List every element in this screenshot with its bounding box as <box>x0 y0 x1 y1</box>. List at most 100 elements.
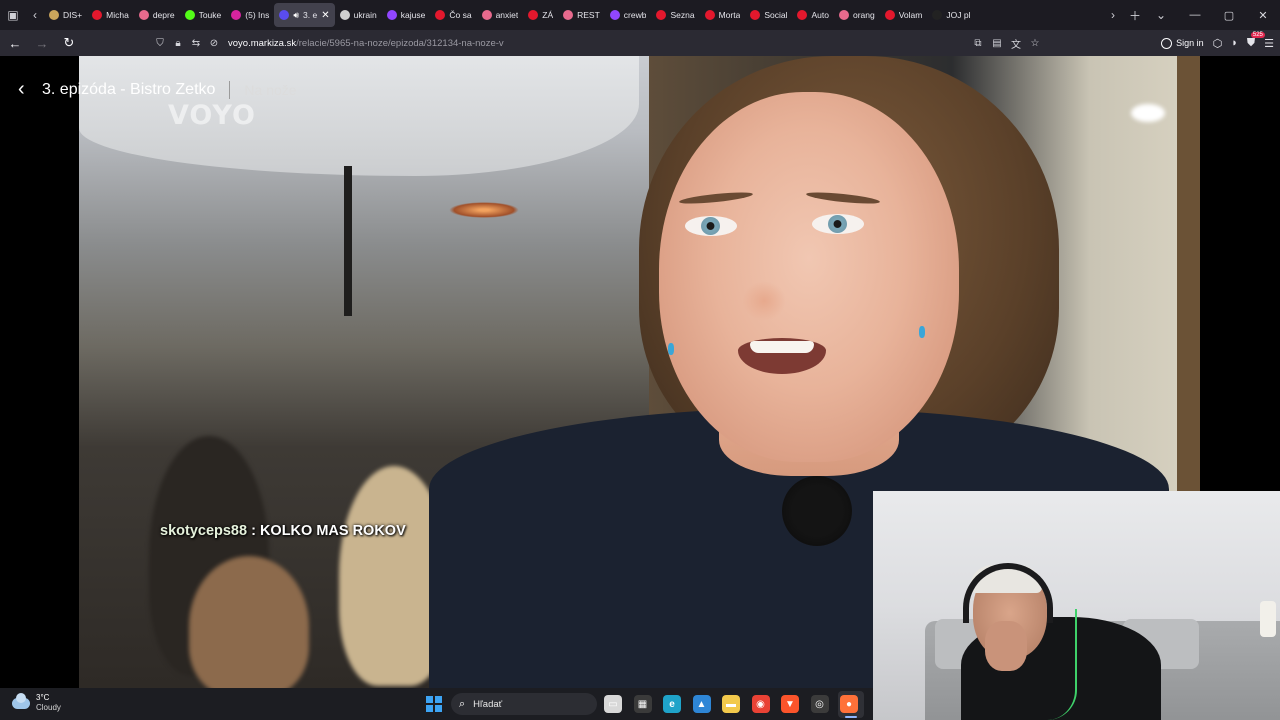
lock-icon[interactable]: 🔒︎ <box>170 33 186 53</box>
tab-favicon-icon <box>386 10 397 20</box>
browser-tab[interactable]: JOJ pl <box>927 3 975 27</box>
background-person <box>189 556 309 688</box>
weather-temperature: 3°C <box>36 693 50 702</box>
tab-label: Touke <box>198 10 222 20</box>
browser-tab[interactable]: Sezna <box>651 3 699 27</box>
browser-tab[interactable]: Touke <box>180 3 227 27</box>
left-eye <box>685 216 737 236</box>
browser-tab[interactable]: (5) Ins <box>226 3 274 27</box>
back-chevron-icon[interactable]: ‹ <box>18 78 32 101</box>
browser-tab[interactable]: 🔊︎ 3. e ✕ <box>274 3 335 27</box>
tab-strip: ▣ ‹ DIS+ Micha depre Touke (5) Ins 🔊︎ 3. e ✕ ukr… <box>0 0 1280 30</box>
permissions-icon[interactable]: ⇆ <box>188 33 204 53</box>
menu-icon[interactable]: ☰ <box>1264 37 1274 50</box>
browser-tab[interactable]: Micha <box>87 3 134 27</box>
reader-view-icon[interactable]: ▤ <box>990 38 1004 49</box>
ublock-extension-icon[interactable]: ⛊ 525 <box>1247 31 1265 50</box>
file-explorer-icon[interactable]: ▬ <box>722 695 740 713</box>
tab-favicon-icon <box>563 10 574 20</box>
extensions-icon[interactable]: ⬡ <box>1213 37 1223 50</box>
task-view-icon[interactable]: ▭ <box>604 695 622 713</box>
tab-favicon-icon <box>49 10 59 20</box>
close-window-button[interactable]: ✕ <box>1246 0 1280 30</box>
start-button[interactable] <box>426 696 442 712</box>
tab-favicon-icon <box>279 10 290 20</box>
forward-button[interactable]: → <box>30 30 54 56</box>
browser-tab[interactable]: anxiet <box>477 3 524 27</box>
navigation-toolbar: ← → ↻ ⛉ 🔒︎ ⇆ ⊘ voyo.markiza.sk/relacie/5… <box>0 30 1280 56</box>
bookmark-star-icon[interactable]: ☆ <box>1028 38 1042 49</box>
umbrella <box>79 56 639 176</box>
all-tabs-dropdown-icon[interactable]: ⌄ <box>1148 0 1174 30</box>
store-icon[interactable]: ▦ <box>633 695 652 713</box>
picture-in-picture-icon[interactable]: ⧉ <box>971 38 985 49</box>
tab-favicon-icon <box>838 10 849 20</box>
scroll-tabs-right-icon[interactable]: › <box>1104 0 1122 30</box>
browser-tab[interactable]: Čo sa <box>430 3 476 27</box>
minimize-button[interactable]: — <box>1178 0 1212 30</box>
windows-logo-tile <box>426 696 433 703</box>
address-bar[interactable]: ⛉ 🔒︎ ⇆ ⊘ voyo.markiza.sk/relacie/5965-na… <box>152 33 1046 53</box>
browser-tab[interactable]: Volam <box>880 3 928 27</box>
browser-tab[interactable]: Auto <box>792 3 834 27</box>
sign-in-button[interactable]: Sign in <box>1161 37 1204 49</box>
tab-label: orang <box>852 10 875 20</box>
chat-separator: : <box>247 523 260 539</box>
shield-extension-icon[interactable]: ◗ <box>1231 37 1238 49</box>
tab-label: Sezna <box>670 10 695 20</box>
weather-text: 3°C Cloudy <box>36 693 61 713</box>
chrome-icon[interactable]: ◉ <box>751 695 770 713</box>
tab-label: 3. e <box>303 10 318 20</box>
autoplay-icon[interactable]: ⊘ <box>206 33 222 53</box>
tab-favicon-icon <box>481 10 492 20</box>
brave-icon[interactable]: ▼ <box>781 695 799 713</box>
tab-label: REST <box>577 10 600 20</box>
tab-favicon-icon <box>609 10 620 20</box>
weather-widget[interactable]: 3°C Cloudy <box>12 692 61 713</box>
maximize-button[interactable]: ▢ <box>1212 0 1246 30</box>
scroll-tabs-left-icon[interactable]: ‹ <box>26 0 44 30</box>
title-divider <box>229 80 231 99</box>
browser-tab[interactable]: orang <box>834 3 880 27</box>
browser-tab[interactable]: kajuse <box>382 3 431 27</box>
firefox-icon[interactable]: ● <box>840 695 858 713</box>
account-icon <box>1161 37 1173 49</box>
taskbar-search[interactable]: ⌕ Hľadať <box>451 693 597 715</box>
photos-icon[interactable]: ▲ <box>692 695 711 713</box>
tab-favicon-icon <box>184 10 195 20</box>
tab-favicon-icon <box>435 10 446 20</box>
toolbar-right: Sign in ⬡ ◗ ⛊ 525 ☰ <box>1161 30 1274 56</box>
tab-list-icon[interactable]: ▣ <box>0 0 26 30</box>
browser-tab[interactable]: DIS+ <box>44 3 87 27</box>
browser-tab[interactable]: Morta <box>700 3 746 27</box>
obs-icon[interactable]: ◎ <box>810 695 829 713</box>
tab-favicon-icon <box>528 10 539 20</box>
browser-tab[interactable]: depre <box>134 3 180 27</box>
browser-tab[interactable]: ukrain <box>335 3 382 27</box>
edge-icon[interactable]: e <box>663 695 681 713</box>
tab-label: JOJ pl <box>946 10 971 20</box>
ceiling-lamp <box>1131 104 1165 122</box>
new-tab-button[interactable]: ＋ <box>1122 0 1148 30</box>
tab-label: anxiet <box>495 10 519 20</box>
close-tab-icon[interactable]: ✕ <box>321 10 329 21</box>
episode-header: ‹ 3. epizóda - Bistro Zetko Na nože <box>18 78 297 101</box>
tracking-protection-icon[interactable]: ⛉ <box>152 33 168 53</box>
tab-label: Social <box>764 10 788 20</box>
back-button[interactable]: ← <box>3 30 27 56</box>
tab-favicon-icon <box>750 10 761 20</box>
translate-icon[interactable]: 文 <box>1009 36 1023 51</box>
reload-button[interactable]: ↻ <box>57 30 81 56</box>
window-controls: — ▢ ✕ <box>1178 0 1280 30</box>
browser-tab[interactable]: REST <box>558 3 605 27</box>
audio-playing-icon[interactable]: 🔊︎ <box>293 10 299 21</box>
show-name[interactable]: Na nože <box>244 82 296 98</box>
umbrella-pole <box>344 166 352 316</box>
webcam-overlay <box>873 491 1280 720</box>
browser-tab[interactable]: crewb <box>605 3 652 27</box>
url-text[interactable]: voyo.markiza.sk/relacie/5965-na-noze/epi… <box>228 38 504 49</box>
browser-tab[interactable]: Social <box>745 3 792 27</box>
browser-tab[interactable]: ZÁ <box>523 3 558 27</box>
chat-overlay-message: skotyceps88 : KOLKO MAS ROKOV <box>160 523 406 539</box>
tab-label: DIS+ <box>63 10 83 20</box>
